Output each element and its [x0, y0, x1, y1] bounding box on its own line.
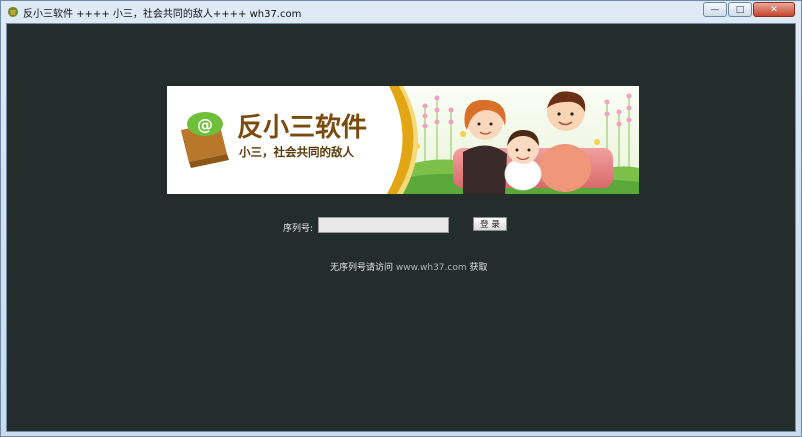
app-icon	[8, 7, 18, 17]
banner-image: @ 反小三软件 小三，社会共同的敌人	[167, 86, 639, 194]
website-link[interactable]: www.wh37.com	[396, 263, 467, 273]
serial-input[interactable]	[318, 217, 449, 233]
main-panel: @ 反小三软件 小三，社会共同的敌人 序列号: 登 录 无序列号请访问 www.…	[6, 23, 796, 432]
close-button[interactable]: ✕	[753, 2, 795, 17]
banner-slogan: 小三，社会共同的敌人	[238, 145, 354, 159]
banner-title: 反小三软件	[237, 113, 367, 143]
serial-notice: 无序列号请访问 www.wh37.com 获取	[330, 260, 488, 273]
notice-suffix: 获取	[469, 263, 488, 273]
window-title: 反小三软件 ++++ 小三，社会共同的敌人++++ wh37.com	[23, 9, 302, 20]
app-window: 反小三软件 ++++ 小三，社会共同的敌人++++ wh37.com — □ ✕	[0, 0, 802, 437]
notice-prefix: 无序列号请访问	[330, 263, 394, 273]
maximize-button[interactable]: □	[728, 2, 752, 17]
svg-text:@: @	[197, 115, 213, 134]
serial-label: 序列号:	[283, 224, 314, 234]
login-button[interactable]: 登 录	[473, 217, 507, 231]
window-controls: — □ ✕	[702, 2, 795, 19]
minimize-button[interactable]: —	[703, 2, 727, 17]
title-bar[interactable]: 反小三软件 ++++ 小三，社会共同的敌人++++ wh37.com — □ ✕	[1, 1, 801, 23]
